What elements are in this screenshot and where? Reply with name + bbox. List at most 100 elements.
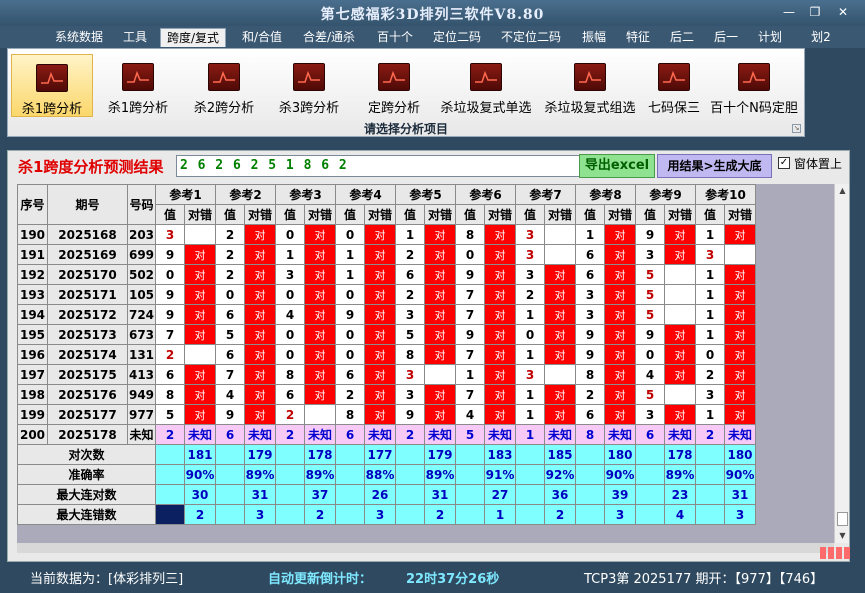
menu-span-compound[interactable]: 跨度/复式 [160, 28, 226, 47]
cell-value: 7 [455, 304, 485, 325]
cell-value: 6 [155, 364, 185, 385]
stats-label: 最大连对数 [17, 484, 156, 505]
menu-plan[interactable]: 计划 [752, 28, 788, 47]
menu-tools[interactable]: 工具 [115, 28, 155, 47]
horizontal-scrollbar[interactable] [17, 543, 834, 553]
cell-wrong [184, 344, 216, 365]
stats-value: 90% [184, 464, 216, 485]
table-row[interactable]: 195 2025173 673 7 对 5 对 0 对 0 对 5 对 9 对 0 对 9 对 9 对 1 对 [17, 324, 756, 345]
cell-value: 3 [395, 304, 425, 325]
menu-amplitude[interactable]: 振幅 [576, 28, 612, 47]
cell-prediction: 2 [695, 424, 725, 445]
table-row[interactable]: 197 2025175 413 6 对 7 对 8 对 6 对 3 1 对 3 8 对 4 对 2 对 [17, 364, 756, 385]
table-row[interactable]: 191 2025169 699 9 对 2 对 1 对 1 对 2 对 0 对 3 6 对 3 对 3 [17, 244, 756, 265]
result-input[interactable]: 2 6 2 6 2 5 1 8 6 2 [176, 155, 580, 177]
cell-wrong [424, 364, 456, 385]
cell-unknown: 未知 [484, 424, 516, 445]
menu-last-two[interactable]: 后二 [664, 28, 700, 47]
cell-number: 502 [127, 264, 156, 285]
scroll-down-icon[interactable]: ▼ [835, 529, 850, 543]
cell-correct: 对 [724, 404, 756, 425]
analysis-panel: 杀1跨度分析预测结果 2 6 2 6 2 5 1 8 6 2 导出excel 用… [7, 150, 850, 562]
vertical-scrollbar[interactable]: ▲ ▼ [834, 184, 849, 543]
menu-sum[interactable]: 和/合值 [234, 28, 290, 47]
table-row[interactable]: 194 2025172 724 9 对 6 对 4 对 9 对 3 对 7 对 1 对 3 对 5 1 对 [17, 304, 756, 325]
cell-correct: 对 [304, 344, 336, 365]
menu-system-data[interactable]: 系统数据 [50, 28, 108, 47]
scroll-up-icon[interactable]: ▲ [835, 184, 850, 198]
menu-feature[interactable]: 特征 [620, 28, 656, 47]
table-row[interactable]: 198 2025176 949 8 对 4 对 6 对 2 对 3 对 7 对 1 对 2 对 5 3 对 [17, 384, 756, 405]
col-result: 对错 [604, 204, 636, 225]
table-row[interactable]: 190 2025168 203 3 2 对 0 对 0 对 1 对 8 对 3 1 对 9 对 1 对 [17, 224, 756, 245]
cell-correct: 对 [364, 384, 396, 405]
menu-bar: 系统数据 工具 跨度/复式 和/合值 合差/通杀 百十个 定位二码 不定位二码 … [0, 26, 865, 48]
ribbon-btn-kill2[interactable]: 杀2跨分析 [183, 54, 265, 117]
menu-last-one[interactable]: 后一 [708, 28, 744, 47]
stats-spacer [515, 504, 545, 525]
cell-value: 2 [335, 384, 365, 405]
ribbon-btn-kill3[interactable]: 杀3跨分析 [268, 54, 350, 117]
menu-pos-two[interactable]: 定位二码 [428, 28, 486, 47]
menu-nonpos-two[interactable]: 不定位二码 [495, 28, 567, 47]
generate-base-button[interactable]: 用结果>生成大底 [657, 154, 772, 178]
stats-value: 178 [664, 444, 696, 465]
stats-value: 30 [184, 484, 216, 505]
maximize-icon[interactable]: ❐ [802, 3, 828, 21]
stats-value: 2 [304, 504, 336, 525]
cell-correct: 对 [604, 404, 636, 425]
ribbon-expand-icon[interactable]: ↘ [792, 124, 801, 133]
cell-correct: 对 [304, 304, 336, 325]
menu-diff[interactable]: 合差/通杀 [296, 28, 362, 47]
menu-plan2[interactable]: 划2 [808, 28, 834, 47]
close-icon[interactable]: ✕ [830, 3, 856, 21]
cell-value: 0 [155, 264, 185, 285]
table-row[interactable]: 192 2025170 502 0 对 2 对 3 对 1 对 6 对 9 对 3 对 6 对 5 1 对 [17, 264, 756, 285]
cell-correct: 对 [724, 324, 756, 345]
cell-correct: 对 [604, 304, 636, 325]
col-result: 对错 [304, 204, 336, 225]
ribbon-btn-junk-single[interactable]: 杀垃圾复式单选 [434, 54, 538, 117]
minimize-icon[interactable]: — [776, 3, 802, 21]
cell-value: 8 [155, 384, 185, 405]
cell-correct: 对 [364, 224, 396, 245]
ribbon-btn-n-code[interactable]: 百十个N码定胆 [706, 54, 802, 117]
table-row[interactable]: 196 2025174 131 2 6 对 0 对 0 对 8 对 7 对 1 对 9 对 0 对 0 对 [17, 344, 756, 365]
cell-wrong [664, 284, 696, 305]
ribbon-btn-fix-span[interactable]: 定跨分析 [353, 54, 435, 117]
col-value: 值 [575, 204, 605, 225]
cell-correct: 对 [364, 344, 396, 365]
ribbon-btn-kill1-a[interactable]: 杀1跨分析 [11, 54, 93, 117]
ribbon-btn-seven-code[interactable]: 七码保三 [642, 54, 706, 117]
cell-value: 3 [395, 364, 425, 385]
scrollbar-thumb[interactable] [837, 512, 848, 526]
stats-spacer [155, 484, 185, 505]
cell-value: 2 [215, 224, 245, 245]
col-ref: 参考9 [635, 184, 696, 205]
col-result: 对错 [184, 204, 216, 225]
cell-number: 673 [127, 324, 156, 345]
cell-value: 9 [635, 324, 665, 345]
cell-value: 2 [155, 344, 185, 365]
cell-correct: 对 [604, 264, 636, 285]
cell-number: 203 [127, 224, 156, 245]
export-excel-button[interactable]: 导出excel [579, 154, 655, 178]
ribbon-btn-junk-group[interactable]: 杀垃圾复式组选 [538, 54, 642, 117]
stats-spacer [515, 464, 545, 485]
cell-value: 0 [275, 324, 305, 345]
stats-spacer [155, 504, 185, 525]
cell-value: 7 [455, 284, 485, 305]
stats-spacer [395, 444, 425, 465]
cell-value: 5 [155, 404, 185, 425]
col-result: 对错 [724, 204, 756, 225]
stats-value: 90% [604, 464, 636, 485]
ribbon-btn-kill1-b[interactable]: 杀1跨分析 [97, 54, 179, 117]
cell-value: 4 [275, 304, 305, 325]
table-row[interactable]: 193 2025171 105 9 对 0 对 0 对 0 对 2 对 7 对 2 对 3 对 5 1 对 [17, 284, 756, 305]
menu-hundreds[interactable]: 百十个 [370, 28, 420, 47]
table-row-pending[interactable]: 200 2025178 未知 2 未知 6 未知 2 未知 6 未知 2 未知 5 未知 1 未知 8 未知 6 未知 2… [17, 424, 756, 445]
pin-checkbox[interactable]: ✓ [778, 157, 790, 169]
cell-correct: 对 [664, 224, 696, 245]
cell-seq: 193 [17, 284, 48, 305]
table-row[interactable]: 199 2025177 977 5 对 9 对 2 8 对 9 对 4 对 1 对 6 对 3 对 1 对 [17, 404, 756, 425]
